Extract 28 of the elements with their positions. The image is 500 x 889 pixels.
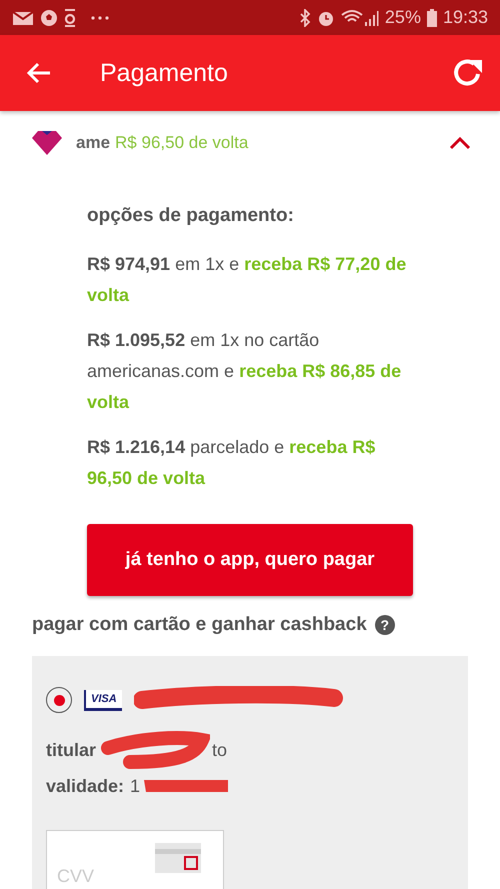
battery-percentage: 25%	[384, 7, 421, 28]
ame-logo-icon	[30, 129, 64, 157]
payment-option-text: R$ 974,91 em 1x e receba R$ 77,20 de volta	[87, 253, 408, 307]
cashback-amount: R$ 96,50 de volta	[115, 133, 248, 153]
expiry-label: validade:	[46, 776, 124, 796]
holder-value: to	[212, 740, 228, 760]
bluetooth-icon	[298, 8, 311, 26]
chevron-icon	[448, 136, 472, 150]
holder-label: titular	[46, 740, 96, 760]
wifi-signal-icon	[340, 8, 379, 26]
screen-title: Pagamento	[100, 58, 229, 88]
ame-brand-label: ame	[76, 133, 110, 153]
clock-time: 19:33	[442, 7, 488, 28]
soccer-ball-icon	[40, 8, 58, 26]
more-notifications-icon	[90, 14, 110, 20]
card-section-heading: pagar com cartão e ganhar cashback	[32, 614, 367, 636]
battery-icon	[426, 8, 437, 26]
card-brand-badge: VISA	[84, 690, 122, 710]
pay-with-app-button[interactable]: já tenho o app, quero pagar	[87, 524, 413, 596]
expiry-value: 1	[130, 776, 140, 796]
card-radio-button[interactable]	[46, 687, 72, 713]
back-arrow-icon	[26, 61, 52, 85]
payment-option-text: R$ 1.095,52 em 1x no cartão americanas.com e receba R$ 86,85 de volta	[87, 329, 402, 414]
options-heading: opções de pagamento:	[87, 205, 295, 227]
payment-option-text: R$ 1.216,14 parcelado e receba R$ 96,50 de volta	[87, 436, 376, 490]
mail-icon	[12, 10, 34, 26]
help-icon[interactable]: ?	[374, 615, 395, 635]
card-back-icon	[155, 843, 201, 873]
